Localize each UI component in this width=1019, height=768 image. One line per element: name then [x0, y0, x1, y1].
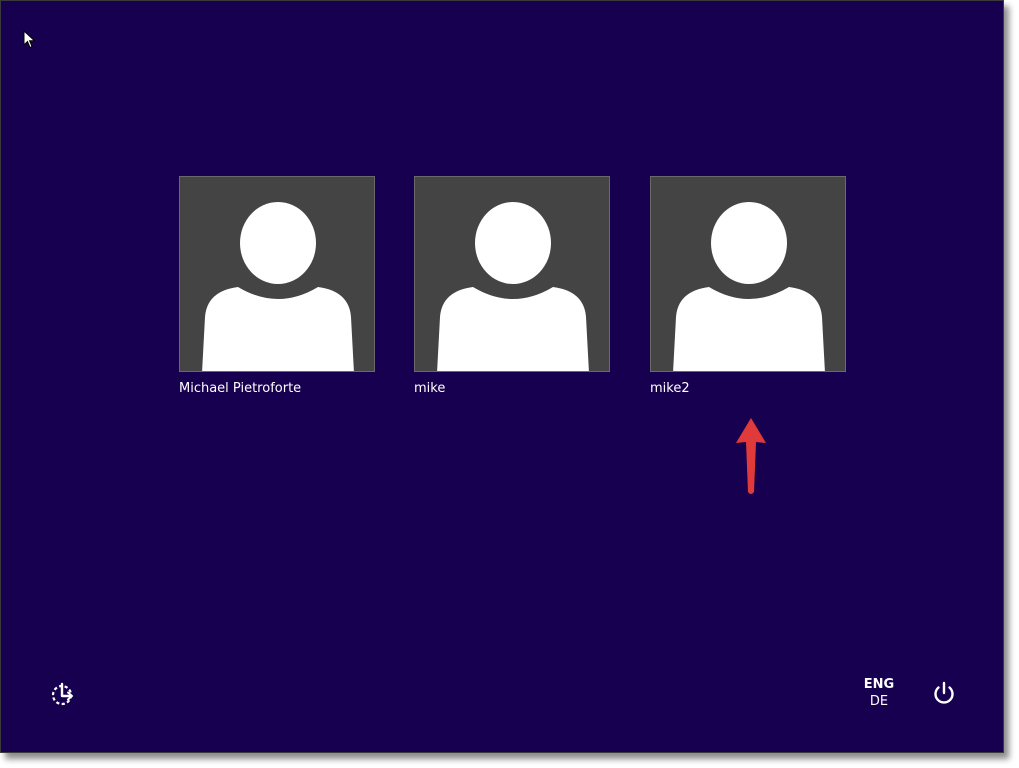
red-up-arrow-icon: [736, 418, 766, 494]
user-silhouette-icon: [202, 202, 354, 371]
lock-screen: Michael Pietroforte mike mike2 ENG DE: [0, 0, 1004, 753]
ease-of-access-icon: [51, 682, 73, 706]
power-icon: [934, 681, 954, 704]
language-secondary: DE: [869, 694, 889, 709]
user-name: Michael Pietroforte: [179, 381, 302, 396]
user-tile-michael-pietroforte[interactable]: Michael Pietroforte: [179, 176, 379, 397]
user-silhouette-icon: [437, 202, 589, 371]
user-name: mike: [414, 381, 446, 396]
user-tile-mike[interactable]: mike: [414, 176, 614, 397]
language-primary: ENG: [863, 677, 895, 692]
ease-of-access-button[interactable]: [49, 680, 77, 708]
power-button[interactable]: [930, 679, 958, 707]
mouse-pointer-icon: [23, 30, 36, 49]
avatar[interactable]: [650, 176, 846, 372]
language-indicator[interactable]: ENG DE: [857, 676, 901, 710]
user-silhouette-icon: [673, 202, 825, 371]
user-tile-mike2[interactable]: mike2: [650, 176, 850, 397]
user-name: mike2: [650, 381, 690, 396]
avatar[interactable]: [179, 176, 375, 372]
avatar[interactable]: [414, 176, 610, 372]
